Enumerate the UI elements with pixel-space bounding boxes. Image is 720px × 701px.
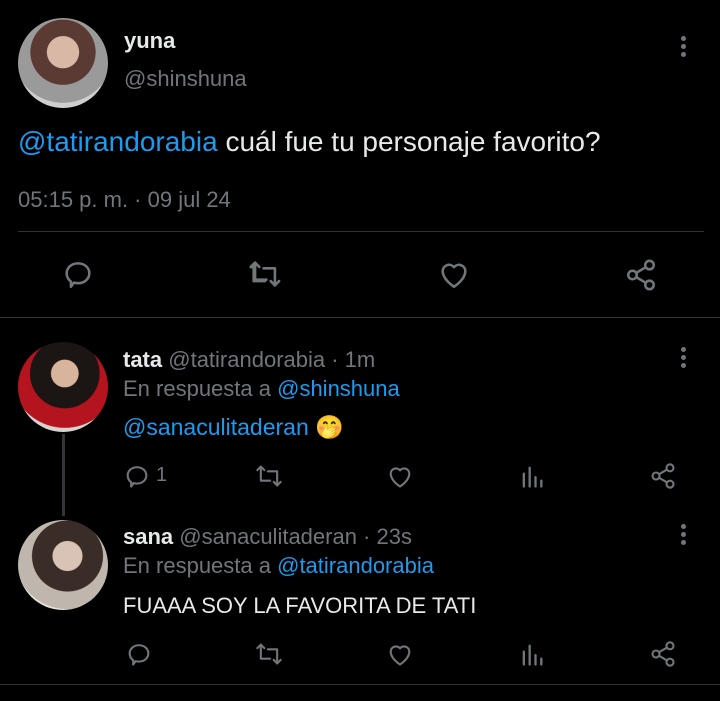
reply-icon[interactable] — [125, 640, 153, 668]
share-icon[interactable] — [649, 640, 677, 668]
reply-icon[interactable] — [123, 462, 151, 490]
reply-to-link[interactable]: @tatirandorabia — [277, 553, 434, 578]
views-icon[interactable] — [518, 640, 546, 668]
divider — [18, 231, 704, 232]
tweet-text: FUAAA SOY LA FAVORITA DE TATI — [123, 593, 477, 618]
retweet-icon[interactable] — [254, 640, 284, 668]
reply-context: En respuesta a @shinshuna — [123, 376, 400, 402]
emoji: 🤭 — [315, 414, 344, 440]
reply-header: sana @sanaculitaderan · 23s — [123, 524, 412, 550]
like-icon[interactable] — [386, 641, 414, 667]
more-icon[interactable] — [673, 524, 693, 550]
more-icon[interactable] — [673, 347, 693, 373]
divider — [0, 317, 720, 318]
reply-icon[interactable] — [61, 257, 95, 291]
tweet-body: cuál fue tu personaje favorito? — [225, 126, 601, 157]
like-icon[interactable] — [386, 463, 414, 489]
author-name[interactable]: sana — [123, 524, 173, 549]
retweet-icon[interactable] — [247, 257, 283, 291]
share-icon[interactable] — [649, 462, 677, 490]
author-name[interactable]: tata — [123, 347, 162, 372]
divider — [0, 684, 720, 685]
reply-count: 1 — [156, 464, 168, 486]
reply-prefix: En respuesta a — [123, 376, 271, 401]
tweet-text: @tatirandorabia cuál fue tu personaje fa… — [18, 126, 601, 158]
reply-to-link[interactable]: @shinshuna — [277, 376, 400, 401]
tweet-text: @sanaculitaderan 🤭 — [123, 414, 344, 441]
like-icon[interactable] — [437, 258, 471, 290]
more-icon[interactable] — [673, 36, 693, 62]
author-handle-time[interactable]: @sanaculitaderan · 23s — [179, 524, 412, 549]
mention-link[interactable]: @sanaculitaderan — [123, 414, 309, 440]
reply-header: tata @tatirandorabia · 1m — [123, 347, 375, 373]
retweet-icon[interactable] — [254, 462, 284, 490]
author-handle-time[interactable]: @tatirandorabia · 1m — [168, 347, 375, 372]
reply-context: En respuesta a @tatirandorabia — [123, 553, 434, 579]
tweet-timestamp[interactable]: 05:15 p. m. · 09 jul 24 — [18, 187, 231, 213]
author-handle[interactable]: @shinshuna — [124, 66, 247, 92]
reply-prefix: En respuesta a — [123, 553, 271, 578]
share-icon[interactable] — [624, 258, 658, 292]
thread-line — [62, 434, 65, 516]
avatar-tata[interactable] — [18, 342, 108, 432]
author-name[interactable]: yuna — [124, 28, 175, 54]
avatar-sana[interactable] — [18, 520, 108, 610]
mention-link[interactable]: @tatirandorabia — [18, 126, 218, 157]
avatar-yuna[interactable] — [18, 18, 108, 108]
views-icon[interactable] — [518, 462, 546, 490]
